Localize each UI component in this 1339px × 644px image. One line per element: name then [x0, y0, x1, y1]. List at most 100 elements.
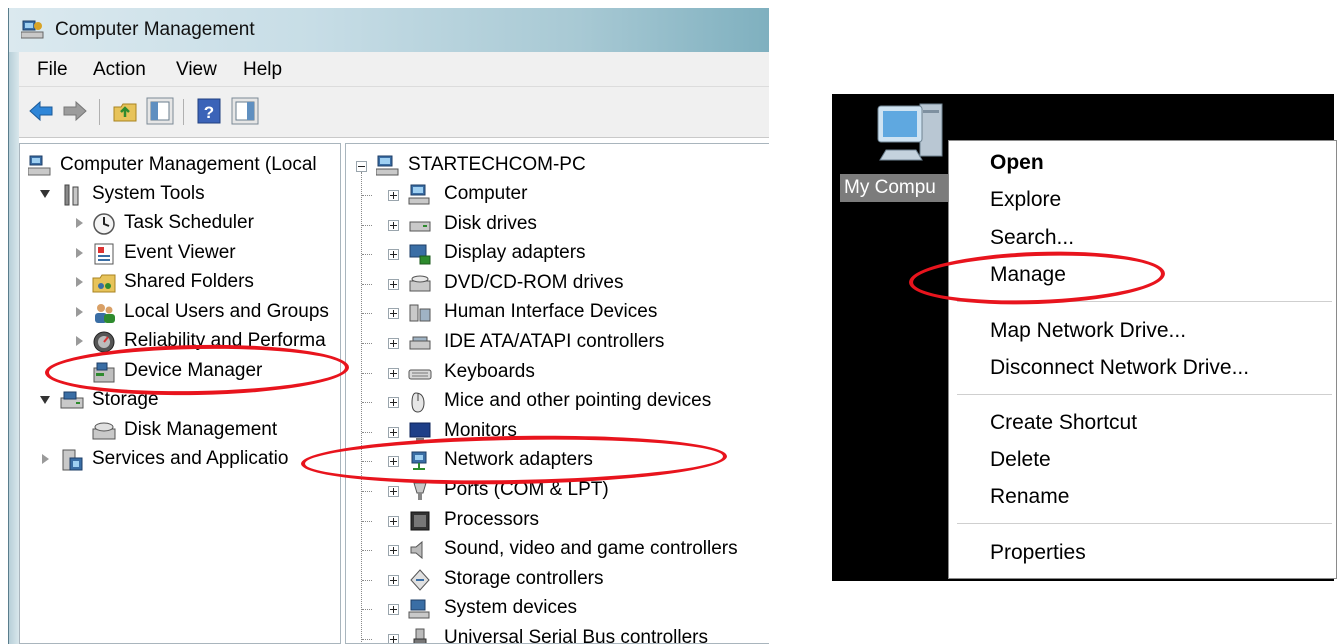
- collapse-box-icon[interactable]: [356, 161, 367, 172]
- tree-item-label: DVD/CD-ROM drives: [444, 271, 624, 293]
- tree-item-label: Event Viewer: [124, 242, 236, 263]
- tree-item-label: Task Scheduler: [124, 212, 254, 233]
- device-category-item[interactable]: Computer: [362, 181, 769, 209]
- tree-item-disk-management[interactable]: Disk Management: [72, 417, 340, 445]
- context-menu-disconnect-network-drive[interactable]: Disconnect Network Drive...: [990, 356, 1249, 380]
- expand-box-icon[interactable]: [388, 397, 399, 409]
- tree-connector-line: [362, 520, 372, 522]
- context-menu-delete[interactable]: Delete: [990, 448, 1051, 472]
- tree-item-label: Computer: [444, 183, 528, 204]
- device-category-item[interactable]: Disk drives: [362, 211, 769, 239]
- tree-item-system-tools[interactable]: System Tools: [40, 181, 340, 209]
- expand-box-icon[interactable]: [388, 219, 399, 231]
- window-title: Computer Management: [55, 19, 255, 40]
- expand-box-icon[interactable]: [388, 338, 399, 349]
- tree-item-label: Disk Management: [124, 419, 278, 440]
- tree-connector-line: [362, 372, 372, 374]
- tree-connector-line: [362, 254, 372, 256]
- back-arrow-icon[interactable]: [27, 97, 55, 125]
- disk-drive-icon: [409, 221, 431, 232]
- collapsed-arrow-icon[interactable]: [76, 307, 83, 317]
- computer-icon: [376, 155, 399, 176]
- help-icon[interactable]: ?: [195, 97, 223, 125]
- computer-management-window: Computer Management File Action View Hel…: [8, 8, 769, 644]
- title-bar[interactable]: Computer Management: [9, 8, 769, 52]
- menu-bar: File Action View Help: [19, 52, 769, 87]
- device-category-item[interactable]: IDE ATA/ATAPI controllers: [362, 329, 769, 357]
- device-category-item[interactable]: Keyboards: [362, 359, 769, 387]
- context-menu-search[interactable]: Search...: [990, 226, 1074, 250]
- device-category-item[interactable]: Sound, video and game controllers: [362, 536, 769, 564]
- context-menu-properties[interactable]: Properties: [990, 541, 1086, 565]
- tree-item-shared-folders[interactable]: Shared Folders: [72, 269, 340, 297]
- tree-item-label: Local Users and Groups: [124, 301, 329, 322]
- show-hide-action-pane-icon[interactable]: [231, 97, 259, 125]
- my-computer-icon[interactable]: [876, 100, 946, 164]
- expand-box-icon[interactable]: [388, 545, 399, 557]
- shared-folder-icon: [92, 274, 116, 293]
- expanded-arrow-icon[interactable]: [40, 190, 50, 198]
- tree-connector-line: [361, 172, 362, 643]
- tree-item-services-and-applications[interactable]: Services and Applicatio: [40, 446, 340, 474]
- device-tree-root[interactable]: STARTECHCOM-PC: [356, 152, 756, 180]
- expand-box-icon[interactable]: [388, 190, 399, 201]
- my-computer-label[interactable]: My Compu: [840, 174, 956, 202]
- device-category-item[interactable]: DVD/CD-ROM drives: [362, 270, 769, 298]
- show-hide-console-tree-icon[interactable]: [146, 97, 174, 125]
- collapsed-arrow-icon[interactable]: [76, 218, 83, 228]
- tree-connector-line: [362, 491, 372, 492]
- up-folder-icon[interactable]: [111, 97, 139, 125]
- tree-item-event-viewer[interactable]: Event Viewer: [72, 240, 340, 268]
- keyboard-icon: [408, 369, 432, 380]
- device-category-item[interactable]: Universal Serial Bus controllers: [362, 625, 769, 644]
- menu-file[interactable]: File: [37, 59, 68, 81]
- tree-item-label: System Tools: [92, 183, 205, 204]
- expand-box-icon[interactable]: [388, 426, 399, 438]
- expand-box-icon[interactable]: [388, 574, 399, 586]
- tree-item-label: Shared Folders: [124, 271, 254, 292]
- dvd-drive-icon: [409, 275, 431, 292]
- context-menu-rename[interactable]: Rename: [990, 485, 1069, 509]
- device-category-item[interactable]: Human Interface Devices: [362, 299, 769, 327]
- collapsed-arrow-icon[interactable]: [42, 454, 49, 464]
- tree-item-label: Sound, video and game controllers: [444, 538, 738, 560]
- tree-item-task-scheduler[interactable]: Task Scheduler: [72, 210, 340, 238]
- tree-item-label: Universal Serial Bus controllers: [444, 627, 708, 644]
- context-menu-open[interactable]: Open: [990, 151, 1044, 175]
- tree-item-label: Disk drives: [444, 212, 537, 234]
- svg-text:?: ?: [204, 103, 214, 122]
- forward-arrow-icon[interactable]: [61, 97, 89, 125]
- context-menu-create-shortcut[interactable]: Create Shortcut: [990, 411, 1137, 435]
- tree-item-label: Computer Management (Local: [60, 154, 317, 175]
- tree-item-computer-management[interactable]: Computer Management (Local: [28, 152, 340, 180]
- expand-box-icon[interactable]: [388, 308, 399, 320]
- device-category-item[interactable]: Storage controllers: [362, 566, 769, 594]
- expand-box-icon[interactable]: [388, 634, 399, 643]
- device-category-item[interactable]: System devices: [362, 595, 769, 623]
- device-category-item[interactable]: Display adapters: [362, 240, 769, 268]
- expand-box-icon[interactable]: [388, 515, 399, 527]
- menu-help[interactable]: Help: [243, 59, 282, 81]
- menu-action[interactable]: Action: [93, 59, 146, 81]
- context-menu-explore[interactable]: Explore: [990, 188, 1061, 212]
- sound-icon: [410, 541, 423, 560]
- expand-box-icon[interactable]: [388, 486, 399, 497]
- expand-box-icon[interactable]: [388, 367, 399, 379]
- tree-item-local-users-and-groups[interactable]: Local Users and Groups: [72, 299, 340, 327]
- menu-view[interactable]: View: [176, 59, 217, 81]
- tree-connector-line: [362, 402, 372, 404]
- device-category-item[interactable]: Mice and other pointing devices: [362, 388, 769, 416]
- context-menu-map-network-drive[interactable]: Map Network Drive...: [990, 319, 1186, 343]
- computer-management-icon: [28, 155, 51, 176]
- device-category-item[interactable]: Processors: [362, 507, 769, 535]
- expand-box-icon[interactable]: [388, 249, 399, 261]
- collapsed-arrow-icon[interactable]: [76, 248, 83, 258]
- expanded-arrow-icon[interactable]: [40, 396, 50, 404]
- expand-box-icon[interactable]: [388, 604, 399, 616]
- collapsed-arrow-icon[interactable]: [76, 277, 83, 287]
- tree-item-label: Human Interface Devices: [444, 301, 658, 323]
- collapsed-arrow-icon[interactable]: [76, 336, 83, 346]
- expand-box-icon[interactable]: [388, 278, 399, 290]
- usb-icon: [413, 628, 427, 643]
- window-frame: [9, 52, 19, 644]
